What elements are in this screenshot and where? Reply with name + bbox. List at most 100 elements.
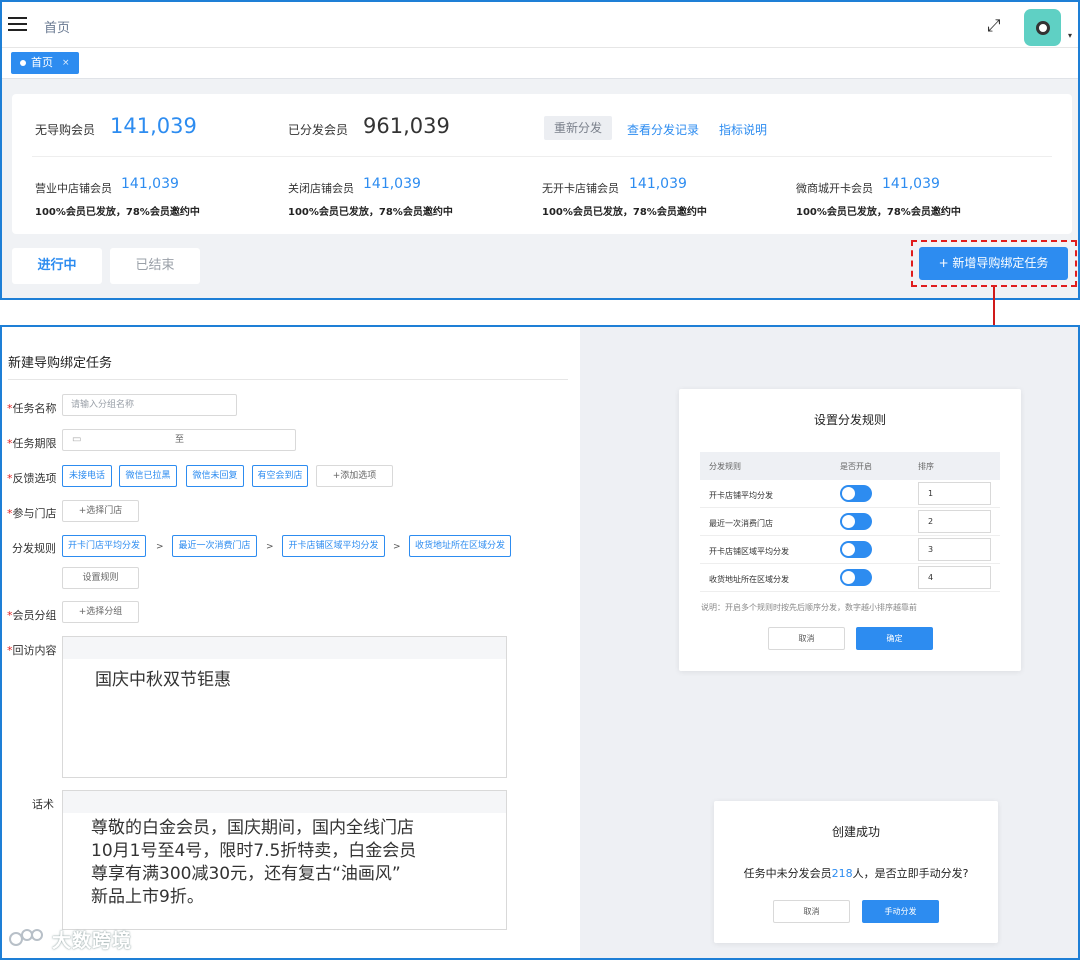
feedback-option[interactable]: 有空会到店 <box>252 465 308 487</box>
col-enabled: 是否开启 <box>840 462 872 471</box>
create-success-dialog: 创建成功 任务中未分发会员218人，是否立即手动分发? 取消 手动分发 <box>714 801 998 943</box>
avatar[interactable] <box>1024 9 1061 46</box>
rule-tag[interactable]: 收货地址所在区域分发 <box>409 535 511 557</box>
stat-item-desc: 100%会员已发放，78%会员邀约中 <box>288 207 453 218</box>
redistribute-button[interactable]: 重新分发 <box>544 116 612 140</box>
script-line: 尊敬的白金会员，国庆期间，国内全线门店 <box>91 818 414 838</box>
rule-name: 开卡店铺区域平均分发 <box>709 547 789 556</box>
stat-item-value: 141,039 <box>882 176 940 192</box>
feedback-option[interactable]: 未接电话 <box>62 465 112 487</box>
stat-item-label: 无开卡店铺会员 <box>542 182 619 195</box>
distributed-label: 已分发会员 <box>288 123 349 137</box>
divider <box>32 156 1052 157</box>
dialog-title: 设置分发规则 <box>813 413 886 427</box>
distributed-value: 961,039 <box>363 114 450 138</box>
visit-content-editor[interactable]: 国庆中秋双节钜惠 <box>62 636 507 778</box>
active-dot-icon <box>20 60 26 66</box>
rule-table-header: 分发规则 是否开启 排序 <box>700 452 1000 480</box>
watermark-logo-icon <box>9 929 43 946</box>
rule-row: 收货地址所在区域分发 4 <box>700 564 1000 592</box>
distribution-rule-dialog: 设置分发规则 分发规则 是否开启 排序 开卡店铺平均分发 1 最近一次消费门店 … <box>679 389 1021 671</box>
rule-note: 说明：开启多个规则时按先后顺序分发，数字越小排序越靠前 <box>701 603 917 612</box>
confirm-button[interactable]: 确定 <box>856 627 933 650</box>
view-records-link[interactable]: 查看分发记录 <box>627 121 699 138</box>
stat-item-value: 141,039 <box>121 176 179 192</box>
rule-name: 最近一次消费门店 <box>709 519 773 528</box>
close-icon[interactable]: × <box>62 52 70 74</box>
avatar-logo-icon <box>1035 20 1050 35</box>
rule-row: 开卡店铺区域平均分发 3 <box>700 536 1000 564</box>
period-label: *任务期限 <box>7 437 57 450</box>
success-message: 任务中未分发会员218人，是否立即手动分发? <box>743 867 969 880</box>
chevron-right-icon: > <box>156 542 164 552</box>
cancel-button[interactable]: 取消 <box>773 900 850 923</box>
add-guide-task-button[interactable]: + 新增导购绑定任务 <box>919 247 1068 280</box>
form-title: 新建导购绑定任务 <box>8 356 113 371</box>
rule-row: 最近一次消费门店 2 <box>700 508 1000 536</box>
period-to: 至 <box>175 435 185 445</box>
enable-toggle[interactable] <box>840 513 872 530</box>
top-header: 首页 ⤢ ▾ <box>2 2 1078 48</box>
feedback-option[interactable]: 微信未回复 <box>186 465 244 487</box>
script-line: 尊享有满300减30元，还有复古“油画风” <box>91 864 401 884</box>
select-group-button[interactable]: +选择分组 <box>62 601 139 623</box>
visit-content-text: 国庆中秋双节钜惠 <box>95 670 231 690</box>
script-label: 话术 <box>32 798 54 811</box>
rule-tag[interactable]: 开卡门店平均分发 <box>62 535 146 557</box>
stat-item-value: 141,039 <box>629 176 687 192</box>
col-order: 排序 <box>918 462 934 471</box>
editor-toolbar <box>63 637 506 659</box>
member-stats-card: 无导购会员 141,039 已分发会员 961,039 重新分发 查看分发记录 … <box>12 94 1072 234</box>
chevron-down-icon[interactable]: ▾ <box>1068 31 1072 40</box>
enable-toggle[interactable] <box>840 485 872 502</box>
stat-item-value: 141,039 <box>363 176 421 192</box>
metric-desc-link[interactable]: 指标说明 <box>719 121 767 138</box>
visit-content-label: *回访内容 <box>7 644 57 657</box>
create-task-form: 新建导购绑定任务 *任务名称 请输入分组名称 *任务期限 ▭ 至 *反馈选项 未… <box>2 327 580 958</box>
order-input[interactable]: 2 <box>918 510 991 533</box>
rule-name: 收货地址所在区域分发 <box>709 575 789 584</box>
task-name-input[interactable]: 请输入分组名称 <box>62 394 237 416</box>
rule-tag[interactable]: 最近一次消费门店 <box>172 535 257 557</box>
watermark-text: 大数跨境 <box>52 930 133 952</box>
stat-item-label: 营业中店铺会员 <box>35 182 112 195</box>
order-input[interactable]: 3 <box>918 538 991 561</box>
stat-item-label: 关闭店铺会员 <box>288 182 354 195</box>
chevron-right-icon: > <box>393 542 401 552</box>
rule-name: 开卡店铺平均分发 <box>709 491 773 500</box>
calendar-icon: ▭ <box>72 434 82 445</box>
order-input[interactable]: 1 <box>918 482 991 505</box>
member-group-label: *会员分组 <box>7 609 57 622</box>
feedback-option[interactable]: 微信已拉黑 <box>119 465 177 487</box>
unassigned-count: 218 <box>831 867 853 880</box>
set-rules-button[interactable]: 设置规则 <box>62 567 139 589</box>
script-editor[interactable]: 尊敬的白金会员，国庆期间，国内全线门店 10月1号至4号，限时7.5折特卖，白金… <box>62 790 507 930</box>
task-name-label: *任务名称 <box>7 402 57 415</box>
tab-ongoing[interactable]: 进行中 <box>12 248 102 284</box>
tab-home-label: 首页 <box>31 56 53 69</box>
order-input[interactable]: 4 <box>918 566 991 589</box>
page-title: 首页 <box>44 21 71 36</box>
enable-toggle[interactable] <box>840 569 872 586</box>
tab-bar: 首页 × <box>2 48 1078 79</box>
stat-item-desc: 100%会员已发放，78%会员邀约中 <box>796 207 961 218</box>
script-line: 10月1号至4号，限时7.5折特卖，白金会员 <box>91 841 417 861</box>
enable-toggle[interactable] <box>840 541 872 558</box>
tab-ended[interactable]: 已结束 <box>110 248 200 284</box>
no-guide-value: 141,039 <box>110 114 197 138</box>
add-option-button[interactable]: +添加选项 <box>316 465 393 487</box>
no-guide-label: 无导购会员 <box>35 123 96 137</box>
cancel-button[interactable]: 取消 <box>768 627 845 650</box>
stat-item-desc: 100%会员已发放，78%会员邀约中 <box>542 207 707 218</box>
stores-label: *参与门店 <box>7 507 57 520</box>
col-rule: 分发规则 <box>709 462 741 471</box>
manual-distribute-button[interactable]: 手动分发 <box>862 900 939 923</box>
period-date-range[interactable]: ▭ 至 <box>62 429 296 451</box>
rule-row: 开卡店铺平均分发 1 <box>700 480 1000 508</box>
fullscreen-icon[interactable]: ⤢ <box>987 17 1005 35</box>
tab-home[interactable]: 首页 × <box>11 52 79 74</box>
rule-tag[interactable]: 开卡店铺区域平均分发 <box>282 535 385 557</box>
dialog-title: 创建成功 <box>831 825 880 839</box>
select-stores-button[interactable]: +选择门店 <box>62 500 139 522</box>
menu-icon[interactable] <box>8 17 27 31</box>
